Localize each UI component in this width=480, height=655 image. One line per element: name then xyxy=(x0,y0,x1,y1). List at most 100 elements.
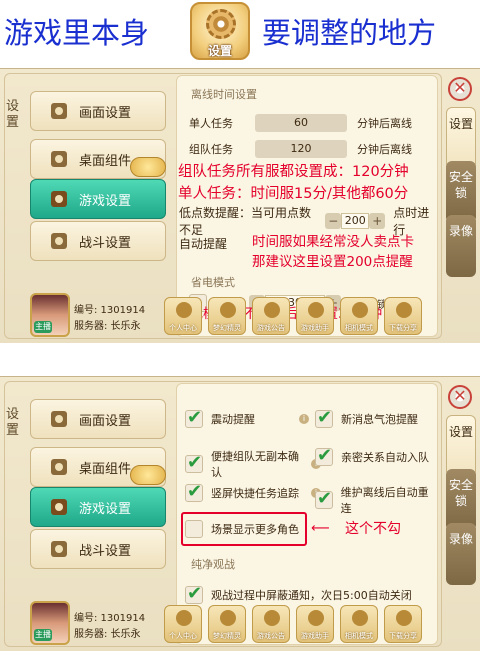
bottom-icon-label: 游戏公告 xyxy=(257,324,285,332)
game-assistant-icon[interactable]: 游戏助手 xyxy=(296,605,334,643)
widget-icon xyxy=(51,459,67,475)
single-task-input[interactable]: 60 xyxy=(255,114,347,132)
tab-settings[interactable]: 设置 xyxy=(446,107,476,169)
menu-battle-settings[interactable]: 战斗设置 xyxy=(30,529,166,569)
bottom-icon-label: 游戏公告 xyxy=(257,632,285,640)
menu-label: 游戏设置 xyxy=(79,193,132,209)
camera-mode-icon[interactable]: 相机模式 xyxy=(340,297,378,335)
bottom-icon-label: 个人中心 xyxy=(169,324,197,332)
option-label: 维护离线后自动重连 xyxy=(340,486,429,515)
menu-battle-settings[interactable]: 战斗设置 xyxy=(30,221,166,261)
avatar[interactable]: 主播 xyxy=(30,293,70,337)
menu-game-settings[interactable]: 游戏设置 xyxy=(30,179,166,219)
decor-badge xyxy=(130,157,166,177)
header-left-text: 游戏里本身 xyxy=(4,16,150,50)
plus-icon[interactable]: + xyxy=(369,213,386,229)
bottom-icon-label: 下载分享 xyxy=(389,324,417,332)
checkbox-checked[interactable] xyxy=(185,481,203,502)
menu-label: 画面设置 xyxy=(79,413,132,429)
menu-label: 桌面组件 xyxy=(79,153,132,169)
menu-game-settings[interactable]: 游戏设置 xyxy=(30,487,166,527)
single-task-suffix: 分钟后离线 xyxy=(357,117,412,130)
close-icon[interactable]: ✕ xyxy=(448,385,472,409)
option-label: 便捷组队无副本确认 xyxy=(211,450,299,479)
tab-recording[interactable]: 录像 xyxy=(446,215,476,277)
header-right-text: 要调整的地方 xyxy=(262,16,437,50)
option-task-tracking[interactable]: 竖屏快捷任务追踪i xyxy=(185,481,321,502)
bottom-icon-label: 下载分享 xyxy=(389,632,417,640)
checkbox-checked[interactable] xyxy=(315,488,333,509)
avatar[interactable]: 主播 xyxy=(30,601,70,645)
menu-label: 游戏设置 xyxy=(79,501,132,517)
tab-security-lock[interactable]: 安全锁 xyxy=(446,161,476,223)
arrow-icon: ⟵ xyxy=(311,521,330,536)
camera-mode-icon[interactable]: 相机模式 xyxy=(340,605,378,643)
settings-icon: 设置 xyxy=(190,2,250,60)
gear-icon xyxy=(206,9,236,39)
server-name: 服务器: 长乐永 xyxy=(74,321,141,332)
minus-icon[interactable]: − xyxy=(325,213,342,229)
elf-helper-icon[interactable]: 梦幻精灵 xyxy=(208,297,246,335)
personal-center-icon[interactable]: 个人中心 xyxy=(164,297,202,335)
menu-label: 战斗设置 xyxy=(79,543,132,559)
announcement-icon[interactable]: 游戏公告 xyxy=(252,605,290,643)
option-label: 新消息气泡提醒 xyxy=(341,413,418,426)
download-share-icon[interactable]: 下载分享 xyxy=(384,297,422,335)
elf-helper-icon[interactable]: 梦幻精灵 xyxy=(208,605,246,643)
bottom-icon-label: 个人中心 xyxy=(169,632,197,640)
side-label: 设置 xyxy=(6,99,20,130)
section-title-pure-watch: 纯净观战 xyxy=(191,558,235,571)
bottom-icon-label: 梦幻精灵 xyxy=(213,632,241,640)
annotation-dont-check: 这个不勾 xyxy=(345,521,401,537)
option-quick-team[interactable]: 便捷组队无副本确认i xyxy=(185,448,321,480)
close-icon[interactable]: ✕ xyxy=(448,77,472,101)
single-task-row: 单人任务 60 分钟后离线 xyxy=(189,112,412,134)
personal-center-icon[interactable]: 个人中心 xyxy=(164,605,202,643)
sword-icon xyxy=(51,541,67,557)
section-title-offline: 离线时间设置 xyxy=(191,88,257,101)
option-label: 震动提醒 xyxy=(211,413,255,426)
menu-graphics-settings[interactable]: 画面设置 xyxy=(30,91,166,131)
annotation-single-task: 单人任务：时间服15分/其他都60分 xyxy=(178,186,409,202)
tab-security-lock[interactable]: 安全锁 xyxy=(446,469,476,531)
bottom-icon-label: 相机模式 xyxy=(345,632,373,640)
checkbox-checked[interactable] xyxy=(185,407,203,428)
tab-recording[interactable]: 录像 xyxy=(446,523,476,585)
highlight-box xyxy=(181,512,307,546)
bottom-icon-label: 相机模式 xyxy=(345,324,373,332)
section-title-power: 省电模式 xyxy=(191,276,235,289)
option-new-message-bubble[interactable]: 新消息气泡提醒 xyxy=(315,407,418,428)
menu-graphics-settings[interactable]: 画面设置 xyxy=(30,399,166,439)
decor-badge xyxy=(130,465,166,485)
low-points-value: 200 xyxy=(341,213,370,229)
option-label: 竖屏快捷任务追踪 xyxy=(211,487,299,500)
option-auto-join-team[interactable]: 亲密关系自动入队 xyxy=(315,445,429,466)
team-task-input[interactable]: 120 xyxy=(255,140,347,158)
download-share-icon[interactable]: 下载分享 xyxy=(384,605,422,643)
menu-label: 战斗设置 xyxy=(79,235,132,251)
account-id: 编号: 1301914 xyxy=(74,305,146,316)
info-icon[interactable]: i xyxy=(299,414,309,424)
bottom-bar: 主播 编号: 1301914 服务器: 长乐永 个人中心 梦幻精灵 游戏公告 游… xyxy=(30,293,438,339)
option-auto-reconnect[interactable]: 维护离线后自动重连 xyxy=(315,484,437,516)
bottom-bar: 主播 编号: 1301914 服务器: 长乐永 个人中心 梦幻精灵 游戏公告 游… xyxy=(30,601,438,647)
sword-icon xyxy=(51,233,67,249)
widget-icon xyxy=(51,151,67,167)
checkbox-checked[interactable] xyxy=(185,452,203,473)
checkbox-checked[interactable] xyxy=(315,445,333,466)
checkbox-checked[interactable] xyxy=(315,407,333,428)
bottom-icon-label: 游戏助手 xyxy=(301,632,329,640)
low-points-stepper[interactable]: − 200 + xyxy=(325,213,386,229)
announcement-icon[interactable]: 游戏公告 xyxy=(252,297,290,335)
game-assistant-icon[interactable]: 游戏助手 xyxy=(296,297,334,335)
option-vibration[interactable]: 震动提醒 i xyxy=(185,407,309,428)
bottom-icon-label: 梦幻精灵 xyxy=(213,324,241,332)
account-id: 编号: 1301914 xyxy=(74,613,146,624)
settings-panel-offline: 设置 画面设置 桌面组件 游戏设置 战斗设置 离线时间设置 单人任务 60 分钟… xyxy=(0,68,480,343)
graphics-icon xyxy=(51,103,67,119)
option-label: 亲密关系自动入队 xyxy=(341,451,429,464)
server-name: 服务器: 长乐永 xyxy=(74,629,141,640)
single-task-label: 单人任务 xyxy=(189,117,233,130)
tab-settings[interactable]: 设置 xyxy=(446,415,476,477)
menu-label: 桌面组件 xyxy=(79,461,132,477)
